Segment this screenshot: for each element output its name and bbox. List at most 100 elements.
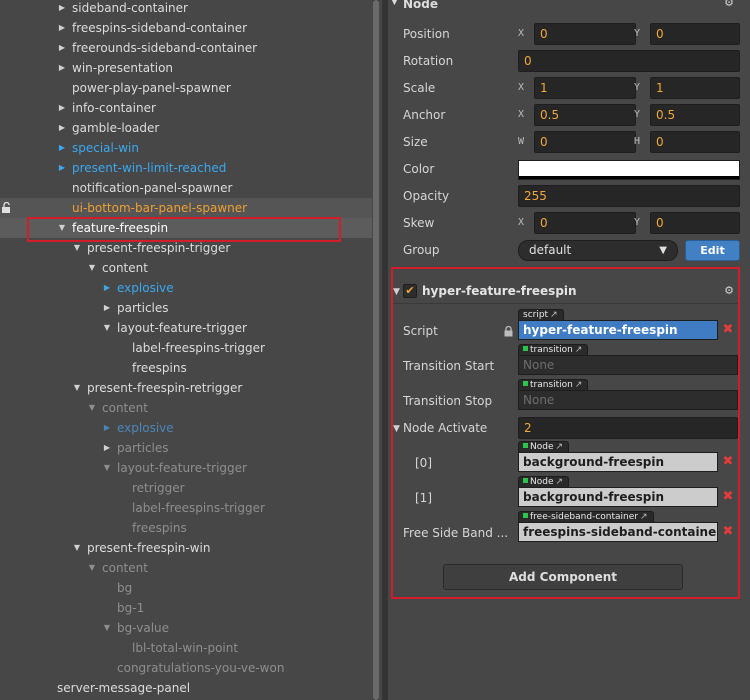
collapse-arrow-icon[interactable]: ▼ [393,287,400,297]
opacity-input[interactable]: 255 [518,185,740,207]
external-link-icon[interactable]: ↗ [640,512,648,522]
expanded-arrow-icon[interactable]: ▼ [87,258,97,278]
collapsed-arrow-icon[interactable]: ▶ [57,118,67,138]
color-swatch[interactable] [518,160,740,180]
tree-node-row[interactable]: retrigger [0,478,372,498]
unlock-icon[interactable] [1,202,11,214]
skew-x-axis: X [518,217,525,228]
tree-node-row[interactable]: label-freespins-trigger [0,498,372,518]
collapsed-arrow-icon[interactable]: ▶ [57,138,67,158]
tree-node-row[interactable]: label-freespins-trigger [0,338,372,358]
tree-node-row[interactable]: lbl-total-win-point [0,638,372,658]
clear-icon[interactable]: ✖ [720,487,736,507]
expanded-arrow-icon[interactable]: ▼ [87,398,97,418]
collapsed-arrow-icon[interactable]: ▶ [57,38,67,58]
collapsed-arrow-icon[interactable]: ▶ [102,298,112,318]
tree-node-row[interactable]: ▶ explosive [0,278,372,298]
free-side-band-field[interactable]: freespins-sideband-container [518,522,718,542]
clear-icon[interactable]: ✖ [720,452,736,472]
tree-node-row[interactable]: ▼ layout-feature-trigger [0,458,372,478]
tree-node-row[interactable]: power-play-panel-spawner [0,78,372,98]
tree-node-row[interactable]: ▶ particles [0,438,372,458]
tree-node-row[interactable]: ▶ particles [0,298,372,318]
edit-group-button[interactable]: Edit [685,240,740,261]
expanded-arrow-icon[interactable]: ▼ [102,318,112,338]
tree-node-row[interactable]: ▼ content [0,398,372,418]
tree-node-row[interactable]: ▼ present-freespin-retrigger [0,378,372,398]
position-y-input[interactable]: 0 [650,23,740,45]
expanded-arrow-icon[interactable]: ▼ [102,458,112,478]
tree-node-row[interactable]: ▼ present-freespin-win [0,538,372,558]
tree-node-row[interactable]: ▶ info-container [0,98,372,118]
rotation-input[interactable]: 0 [518,50,740,72]
expand-arrow-icon[interactable]: ▼ [393,424,400,434]
group-select[interactable]: default ▼ [518,240,678,261]
tree-node-row[interactable]: server-message-panel [0,678,372,698]
tree-node-row[interactable]: ▶ freespins-sideband-container [0,18,372,38]
tree-node-row[interactable]: ▶ present-win-limit-reached [0,158,372,178]
tree-node-row[interactable]: ▼ bg-value [0,618,372,638]
collapsed-arrow-icon[interactable]: ▶ [57,158,67,178]
scrollbar-thumb[interactable] [373,0,379,700]
node-activate-field-0[interactable]: background-freespin [518,452,718,472]
external-link-icon[interactable]: ↗ [556,477,564,487]
component-enabled-checkbox[interactable]: ✔ [403,284,417,298]
skew-x-input[interactable]: 0 [534,212,636,234]
external-link-icon[interactable]: ↗ [550,310,558,320]
tree-node-row[interactable]: ui-bottom-bar-panel-spawner [0,198,372,218]
expanded-arrow-icon[interactable]: ▼ [87,558,97,578]
hierarchy-scrollbar[interactable] [373,0,379,700]
size-w-input[interactable]: 0 [534,131,636,153]
tree-node-row[interactable]: bg [0,578,372,598]
size-h-input[interactable]: 0 [650,131,740,153]
collapsed-arrow-icon[interactable]: ▶ [102,438,112,458]
collapsed-arrow-icon[interactable]: ▶ [57,0,67,18]
tree-node-row[interactable]: ▶ sideband-container [0,0,372,18]
position-x-input[interactable]: 0 [534,23,636,45]
tree-node-row[interactable]: ▼ content [0,558,372,578]
expanded-arrow-icon[interactable]: ▼ [72,538,82,558]
scale-y-input[interactable]: 1 [650,77,740,99]
tree-node-row[interactable]: freespins [0,518,372,538]
transition-start-field[interactable]: None [518,355,738,375]
tree-node-row[interactable]: ▶ freerounds-sideband-container [0,38,372,58]
collapsed-arrow-icon[interactable]: ▶ [102,418,112,438]
tree-node-row[interactable]: ▶ gamble-loader [0,118,372,138]
transition-stop-field[interactable]: None [518,390,738,410]
collapsed-arrow-icon[interactable]: ▶ [102,278,112,298]
tree-node-row[interactable]: ▶ special-win [0,138,372,158]
tree-node-row[interactable]: congratulations-you-ve-won [0,658,372,678]
node-activate-field-1[interactable]: background-freespin [518,487,718,507]
scale-x-input[interactable]: 1 [534,77,636,99]
tree-node-row[interactable]: ▶ win-presentation [0,58,372,78]
external-link-icon[interactable]: ↗ [575,345,583,355]
tree-node-row[interactable]: ▼ content [0,258,372,278]
external-link-icon[interactable]: ↗ [575,380,583,390]
node-activate-count-input[interactable]: 2 [518,417,738,439]
tree-node-row[interactable]: bg-1 [0,598,372,618]
external-link-icon[interactable]: ↗ [556,442,564,452]
clear-icon[interactable]: ✖ [720,522,736,542]
script-field[interactable]: hyper-feature-freespin [518,320,718,340]
expanded-arrow-icon[interactable]: ▼ [72,378,82,398]
collapsed-arrow-icon[interactable]: ▶ [57,98,67,118]
gear-icon[interactable]: ⚙ [723,285,735,297]
gear-icon[interactable]: ⚙ [723,0,735,9]
anchor-x-input[interactable]: 0.5 [534,104,636,126]
tree-node-label: special-win [72,141,139,155]
clear-icon[interactable]: ✖ [720,320,736,340]
tree-node-row[interactable]: ▶ explosive [0,418,372,438]
tree-node-row[interactable]: ▼ layout-feature-trigger [0,318,372,338]
collapsed-arrow-icon[interactable]: ▶ [57,18,67,38]
node-section-header[interactable]: ▼ Node ⚙ [388,0,750,13]
skew-y-input[interactable]: 0 [650,212,740,234]
array-index-label: [1] [415,491,432,505]
anchor-y-input[interactable]: 0.5 [650,104,740,126]
collapse-arrow-icon[interactable]: ▼ [391,0,398,7]
tree-node-row[interactable]: freespins [0,358,372,378]
add-component-button[interactable]: Add Component [443,564,683,590]
tree-node-label: label-freespins-trigger [132,501,265,515]
expanded-arrow-icon[interactable]: ▼ [102,618,112,638]
collapsed-arrow-icon[interactable]: ▶ [57,58,67,78]
tree-node-row[interactable]: notification-panel-spawner [0,178,372,198]
